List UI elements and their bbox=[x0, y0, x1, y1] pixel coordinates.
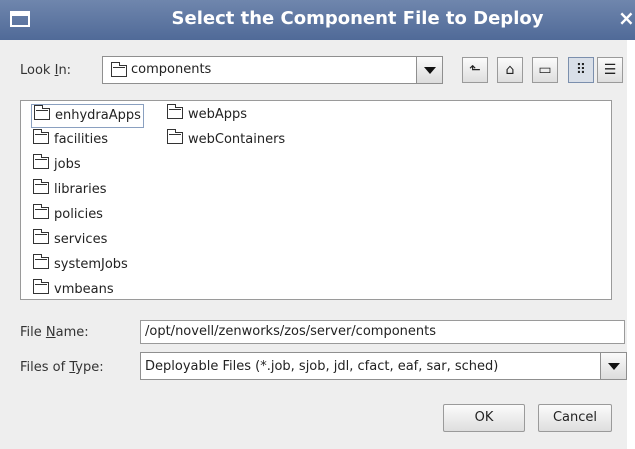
list-item[interactable]: jobs bbox=[31, 154, 83, 176]
folder-icon bbox=[33, 179, 49, 194]
list-item[interactable]: systemJobs bbox=[31, 254, 130, 276]
list-item[interactable]: libraries bbox=[31, 179, 109, 201]
look-in-dropdown[interactable]: components bbox=[102, 56, 443, 84]
list-item[interactable]: policies bbox=[31, 204, 105, 226]
folder-icon bbox=[167, 104, 183, 119]
folder-icon bbox=[111, 62, 127, 77]
details-view-button[interactable]: ☰ bbox=[597, 57, 623, 83]
file-name-label: File Name: bbox=[20, 325, 89, 340]
folder-icon bbox=[33, 129, 49, 144]
list-item[interactable]: enhydraApps bbox=[31, 104, 144, 128]
file-type-label: Files of Type: bbox=[20, 360, 104, 375]
folder-icon bbox=[34, 105, 50, 120]
title-bar[interactable]: Select the Component File to Deploy × bbox=[0, 0, 635, 40]
folder-icon bbox=[167, 129, 183, 144]
list-item[interactable]: services bbox=[31, 229, 109, 251]
list-view-icon: ⠿ bbox=[575, 62, 587, 78]
file-type-dropdown[interactable]: Deployable Files (*.job, sjob, jdl, cfac… bbox=[140, 352, 627, 380]
file-chooser-dialog: Select the Component File to Deploy × Lo… bbox=[0, 0, 635, 449]
list-item[interactable]: vmbeans bbox=[31, 279, 116, 301]
folder-icon bbox=[33, 154, 49, 169]
folder-icon bbox=[33, 229, 49, 244]
file-name-input[interactable]: /opt/novell/zenworks/zos/server/componen… bbox=[140, 320, 625, 344]
up-one-level-icon: ⬑ bbox=[469, 62, 481, 78]
cancel-button[interactable]: Cancel bbox=[538, 404, 612, 432]
details-view-icon: ☰ bbox=[603, 62, 617, 78]
window-edge bbox=[627, 40, 635, 449]
ok-button[interactable]: OK bbox=[443, 404, 525, 432]
chevron-down-icon[interactable] bbox=[600, 353, 626, 379]
folder-icon bbox=[33, 279, 49, 294]
new-folder-button[interactable]: ▭ bbox=[532, 57, 558, 83]
look-in-label: Look In: bbox=[20, 63, 72, 78]
list-item[interactable]: facilities bbox=[31, 129, 110, 151]
close-icon[interactable]: × bbox=[618, 6, 635, 30]
window-menu-icon[interactable] bbox=[10, 11, 30, 27]
home-button[interactable]: ⌂ bbox=[497, 57, 523, 83]
home-icon: ⌂ bbox=[505, 62, 515, 78]
new-folder-icon: ▭ bbox=[538, 62, 552, 78]
list-item[interactable]: webContainers bbox=[165, 129, 287, 151]
dialog-title: Select the Component File to Deploy bbox=[171, 8, 544, 29]
list-item[interactable]: webApps bbox=[165, 104, 249, 126]
file-list[interactable]: enhydraApps facilities jobs libraries po… bbox=[20, 100, 612, 300]
up-one-level-button[interactable]: ⬑ bbox=[462, 57, 488, 83]
folder-icon bbox=[33, 254, 49, 269]
folder-icon bbox=[33, 204, 49, 219]
look-in-value: components bbox=[131, 62, 212, 77]
chevron-down-icon[interactable] bbox=[416, 57, 442, 83]
file-type-value: Deployable Files (*.job, sjob, jdl, cfac… bbox=[145, 359, 499, 374]
list-view-button[interactable]: ⠿ bbox=[568, 57, 594, 83]
